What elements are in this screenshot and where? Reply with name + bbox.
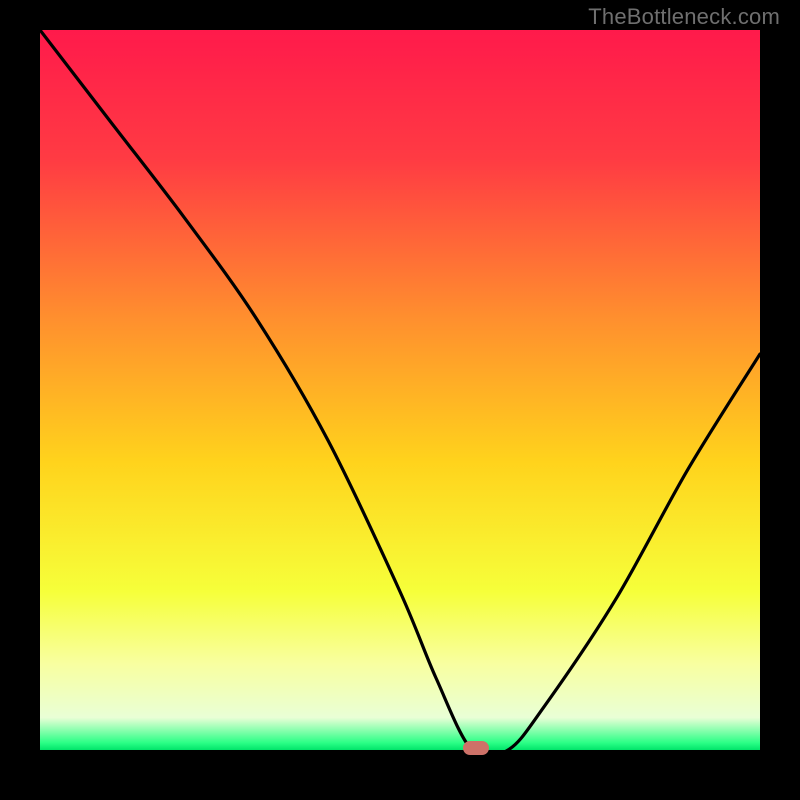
plot-area bbox=[40, 30, 760, 750]
gradient-background bbox=[40, 30, 760, 750]
watermark-text: TheBottleneck.com bbox=[588, 4, 780, 30]
chart-svg bbox=[40, 30, 760, 750]
chart-frame: TheBottleneck.com bbox=[0, 0, 800, 800]
optimal-marker bbox=[463, 741, 489, 755]
